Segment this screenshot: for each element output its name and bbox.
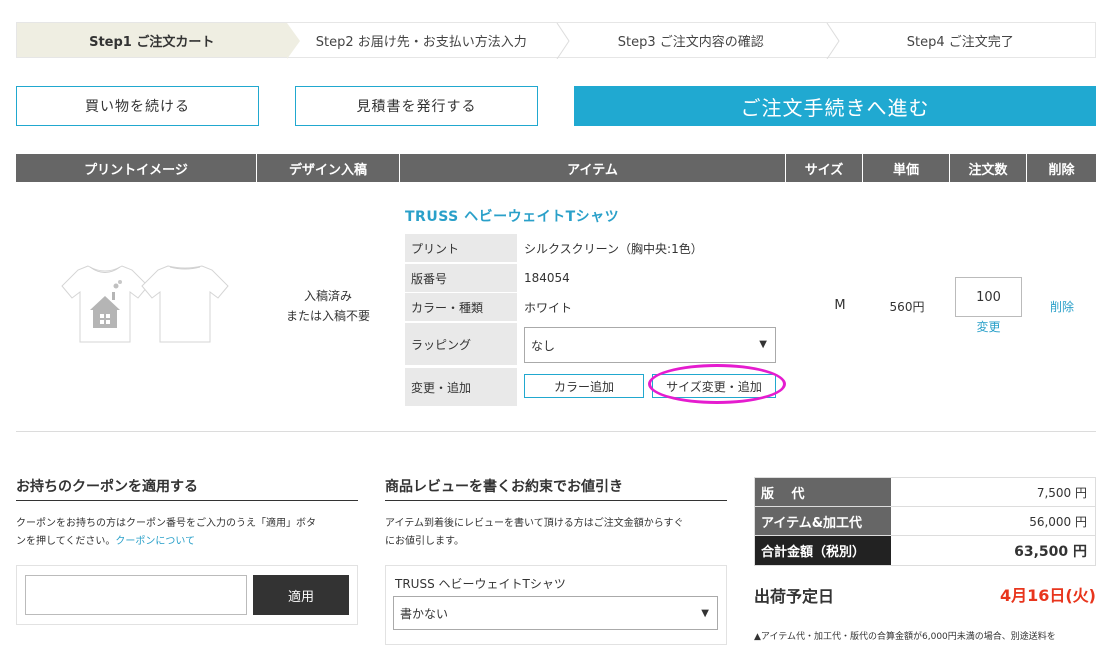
wrapping-select[interactable]: なし ▼ xyxy=(524,327,776,363)
tshirt-back-image xyxy=(141,265,229,343)
coupon-desc-line: クーポンをお持ちの方はクーポン番号をご入力のうえ「適用」ボタ xyxy=(16,518,316,529)
header-print-image: プリントイメージ xyxy=(16,154,257,182)
warning-icon: ▲ xyxy=(754,632,761,642)
tshirt-front-image xyxy=(61,265,149,343)
summary-total-value: 63,500 円 xyxy=(1014,543,1087,560)
header-design-upload: デザイン入稿 xyxy=(257,154,400,182)
summary-label: 合計金額（税別） xyxy=(755,536,891,565)
coupon-divider xyxy=(16,500,358,501)
review-select-value: 書かない xyxy=(400,606,449,621)
coupon-description: クーポンをお持ちの方はクーポン番号をご入力のうえ「適用」ボタ ンを押してください… xyxy=(16,515,358,551)
summary-value: 56,000 円 xyxy=(1029,514,1087,529)
attr-label-wrapping: ラッピング xyxy=(405,323,517,365)
attr-value-print: シルクスクリーン（胸中央:1色） xyxy=(524,241,703,256)
attr-label-print: プリント xyxy=(405,234,517,262)
review-description: アイテム到着後にレビューを書いて頂ける方はご注文金額からすぐ にお値引します。 xyxy=(385,515,727,551)
review-section-title: 商品レビューを書くお約束でお値引き xyxy=(385,479,623,495)
issue-quote-button[interactable]: 見積書を発行する xyxy=(295,86,538,126)
attr-value-color: ホワイト xyxy=(524,300,573,315)
coupon-section-title: お持ちのクーポンを適用する xyxy=(16,479,198,495)
design-status-line: 入稿済み xyxy=(303,289,352,303)
highlight-circle-annotation xyxy=(648,364,786,404)
delete-item-link[interactable]: 削除 xyxy=(1028,298,1096,315)
coupon-desc-line: ンを押してください。クーポンについて xyxy=(16,533,358,551)
continue-shopping-button[interactable]: 買い物を続ける xyxy=(16,86,259,126)
step-1-cart: Step1 ご注文カート xyxy=(17,23,300,59)
dropdown-arrow-icon: ▼ xyxy=(759,339,767,350)
add-color-button[interactable]: カラー追加 xyxy=(524,374,644,398)
step-label: Step2 お届け先・お支払い方法入力 xyxy=(315,34,527,50)
header-size: サイズ xyxy=(786,154,863,182)
proceed-checkout-button[interactable]: ご注文手続きへ進む xyxy=(574,86,1096,126)
shipping-note-text: アイテム代・加工代・版代の合算金額が6,000円未満の場合、別途送料を xyxy=(760,632,1056,642)
step-label: Step1 ご注文カート xyxy=(89,34,215,50)
header-quantity: 注文数 xyxy=(950,154,1027,182)
review-select[interactable]: 書かない ▼ xyxy=(393,596,718,630)
step-4-complete: Step4 ご注文完了 xyxy=(826,23,1096,57)
summary-row-total: 合計金額（税別） 63,500 円 xyxy=(755,536,1095,565)
step-chevron xyxy=(556,23,570,59)
item-unit-price: 560円 xyxy=(889,300,925,314)
step-chevron xyxy=(286,23,300,59)
ship-date-value: 4月16日(火) xyxy=(999,586,1096,605)
dropdown-arrow-icon: ▼ xyxy=(701,608,709,619)
ship-date-label: 出荷予定日 xyxy=(754,587,835,606)
step-label: Step3 ご注文内容の確認 xyxy=(617,34,764,50)
header-unit-price: 単価 xyxy=(863,154,950,182)
header-item: アイテム xyxy=(400,154,786,182)
summary-value: 7,500 円 xyxy=(1036,485,1087,500)
summary-row-item-processing: アイテム&加工代 56,000 円 xyxy=(755,507,1095,536)
step-chevron xyxy=(826,23,840,59)
summary-label: 版 代 xyxy=(755,478,891,506)
step-2-shipping-payment: Step2 お届け先・お支払い方法入力 xyxy=(287,23,570,59)
cart-table-header: プリントイメージ デザイン入稿 アイテム サイズ 単価 注文数 削除 xyxy=(16,154,1096,182)
coupon-desc-text: ンを押してください。 xyxy=(16,536,116,547)
step-3-confirm: Step3 ご注文内容の確認 xyxy=(556,23,840,59)
attr-label-plate-number: 版番号 xyxy=(405,264,517,292)
price-summary-table: 版 代 7,500 円 アイテム&加工代 56,000 円 合計金額（税別） 6… xyxy=(754,477,1096,566)
cart-row: 入稿済み または入稿不要 TRUSS ヘビーウェイトTシャツ プリント シルクス… xyxy=(16,182,1096,432)
quantity-input[interactable]: 100 xyxy=(955,277,1022,317)
coupon-apply-button[interactable]: 適用 xyxy=(253,575,349,615)
design-status-line: または入稿不要 xyxy=(285,309,370,323)
wrapping-select-value: なし xyxy=(531,338,556,353)
checkout-steps: Step1 ご注文カート Step2 お届け先・お支払い方法入力 Step3 ご… xyxy=(16,22,1096,59)
coupon-code-input[interactable] xyxy=(25,575,247,615)
review-desc-line: アイテム到着後にレビューを書いて頂ける方はご注文金額からすぐ xyxy=(385,518,684,529)
shipping-note: ▲アイテム代・加工代・版代の合算金額が6,000円未満の場合、別途送料を xyxy=(754,629,1056,642)
summary-row-plate-fee: 版 代 7,500 円 xyxy=(755,478,1095,507)
design-upload-status: 入稿済み または入稿不要 xyxy=(256,286,400,326)
review-item-name: TRUSS ヘビーウェイトTシャツ xyxy=(395,577,566,591)
attr-value-plate-number: 184054 xyxy=(524,271,570,285)
coupon-info-link[interactable]: クーポンについて xyxy=(115,536,195,547)
review-divider xyxy=(385,500,727,501)
item-title-link[interactable]: TRUSS ヘビーウェイトTシャツ xyxy=(405,206,619,226)
step-label: Step4 ご注文完了 xyxy=(906,34,1014,50)
attr-label-modify: 変更・追加 xyxy=(405,368,517,406)
summary-label: アイテム&加工代 xyxy=(755,507,891,535)
review-desc-line: にお値引します。 xyxy=(385,536,464,547)
quantity-change-link[interactable]: 変更 xyxy=(955,318,1022,335)
header-delete: 削除 xyxy=(1048,162,1075,178)
attr-label-color: カラー・種類 xyxy=(405,293,517,321)
